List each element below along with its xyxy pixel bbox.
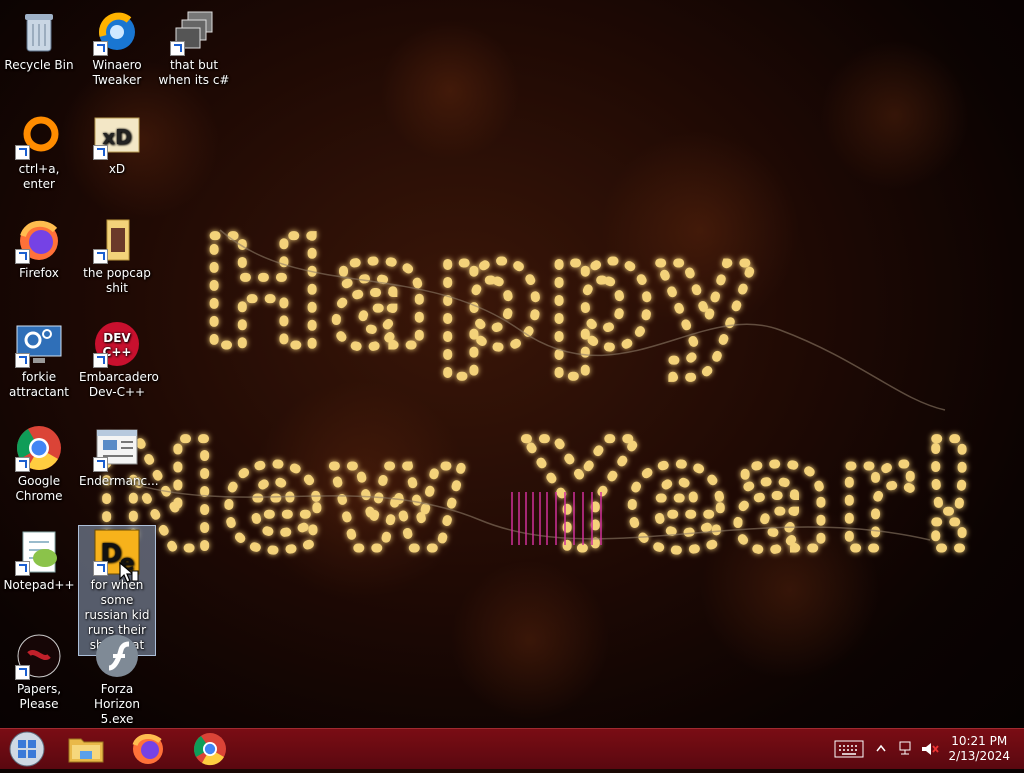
shortcut-arrow-icon: [93, 561, 108, 576]
desktop-icon-label: Endermanc...: [79, 474, 159, 488]
desktop-icon-label: forkie attractant: [8, 370, 70, 399]
chrome-icon: [15, 424, 63, 472]
shortcut-arrow-icon: [93, 353, 108, 368]
desktop-icon-label: ctrl+a, enter: [18, 162, 60, 191]
firefox-icon: [132, 734, 163, 764]
shortcut-arrow-icon: [93, 457, 108, 472]
desktop-icon-recycle-bin[interactable]: Recycle Bin: [1, 2, 77, 73]
desktop-icon-label: Recycle Bin: [4, 58, 74, 72]
shortcut-arrow-icon: [15, 145, 30, 160]
taskbar-chrome-button[interactable]: [182, 729, 238, 769]
devcpp-icon: DEV C++: [93, 320, 141, 368]
windows-logo-icon: [9, 731, 45, 767]
shortcut-arrow-icon: [170, 41, 185, 56]
winaero-tweaker-icon: [93, 8, 141, 56]
network-icon[interactable]: [897, 739, 915, 759]
taskbar: 10:21 PM 2/13/2024: [0, 728, 1024, 769]
clock-date: 2/13/2024: [948, 749, 1010, 763]
desktop-icon-the-popcap-shit[interactable]: the popcap shit: [79, 210, 155, 296]
taskbar-firefox-button[interactable]: [120, 729, 176, 769]
desktop-icon-ctrl-a-enter[interactable]: ctrl+a, enter: [1, 106, 77, 192]
svg-text:DEV: DEV: [103, 331, 131, 345]
desktop-icon-label: Firefox: [19, 266, 59, 280]
papers-please-icon: [15, 632, 63, 680]
desktop-icon-firefox[interactable]: Firefox: [1, 210, 77, 281]
desktop-icon-forza-horizon-5[interactable]: Forza Horizon 5.exe: [79, 626, 155, 727]
shortcut-arrow-icon: [15, 353, 30, 368]
desktop-icon-embarcadero-devcpp[interactable]: DEV C++ Embarcadero Dev-C++: [79, 314, 159, 400]
clock[interactable]: 10:21 PM 2/13/2024: [948, 734, 1010, 764]
desktop-icon-papers-please[interactable]: Papers, Please: [1, 626, 77, 712]
desktop-icon-label: Google Chrome: [15, 474, 63, 503]
desktop-icon-label: Papers, Please: [16, 682, 62, 711]
window-app-icon: [93, 424, 141, 472]
show-hidden-icons-chevron-icon[interactable]: [875, 739, 887, 759]
desktop-icon-that-but-when-its-csharp[interactable]: that but when its c#: [156, 2, 232, 88]
desktop-icon-endermanch[interactable]: Endermanc...: [79, 418, 159, 489]
start-button[interactable]: [0, 729, 56, 769]
desktop-icon-forkie-attractant[interactable]: forkie attractant: [1, 314, 77, 400]
desktop-icon-label: the popcap shit: [83, 266, 151, 295]
notepadpp-icon: [15, 528, 63, 576]
hxd-icon: xD: [93, 112, 141, 160]
folder-icon: [93, 216, 141, 264]
shortcut-arrow-icon: [15, 249, 30, 264]
orange-ring-icon: [15, 112, 63, 160]
desktop-icon-label: that but when its c#: [158, 58, 230, 87]
recycle-bin-icon: [15, 8, 63, 56]
desktop-icon-label: Winaero Tweaker: [92, 58, 142, 87]
file-explorer-icon: [68, 738, 104, 763]
monitor-gear-icon: [15, 320, 63, 368]
shortcut-arrow-icon: [15, 665, 30, 680]
greeting-line-1: Happy: [200, 207, 759, 381]
clock-time: 10:21 PM: [951, 734, 1008, 748]
desktop-icon-label: xD: [108, 162, 126, 176]
shortcut-arrow-icon: [15, 457, 30, 472]
desktop-icon-google-chrome[interactable]: Google Chrome: [1, 418, 77, 504]
volume-muted-icon[interactable]: [920, 739, 940, 759]
shortcut-arrow-icon: [93, 41, 108, 56]
shortcut-arrow-icon: [93, 145, 108, 160]
taskbar-file-explorer-button[interactable]: [58, 729, 114, 769]
flash-icon: [93, 632, 141, 680]
mouse-cursor-icon: [119, 561, 139, 583]
windows-stack-icon: [170, 8, 218, 56]
keyboard-icon[interactable]: [834, 739, 864, 759]
desktop-icon-label: Forza Horizon 5.exe: [94, 682, 140, 726]
firefox-icon: [15, 216, 63, 264]
desktop-icon-notepadpp[interactable]: Notepad++: [1, 522, 77, 593]
shortcut-arrow-icon: [15, 561, 30, 576]
chrome-icon: [193, 733, 226, 766]
desktop-icon-label: Notepad++: [3, 578, 75, 592]
desktop-icon-winaero-tweaker[interactable]: Winaero Tweaker: [79, 2, 155, 88]
shortcut-arrow-icon: [93, 249, 108, 264]
desktop-icon-xd[interactable]: xD xD: [79, 106, 155, 177]
desktop-icon-label: Embarcadero Dev-C++: [79, 370, 159, 399]
